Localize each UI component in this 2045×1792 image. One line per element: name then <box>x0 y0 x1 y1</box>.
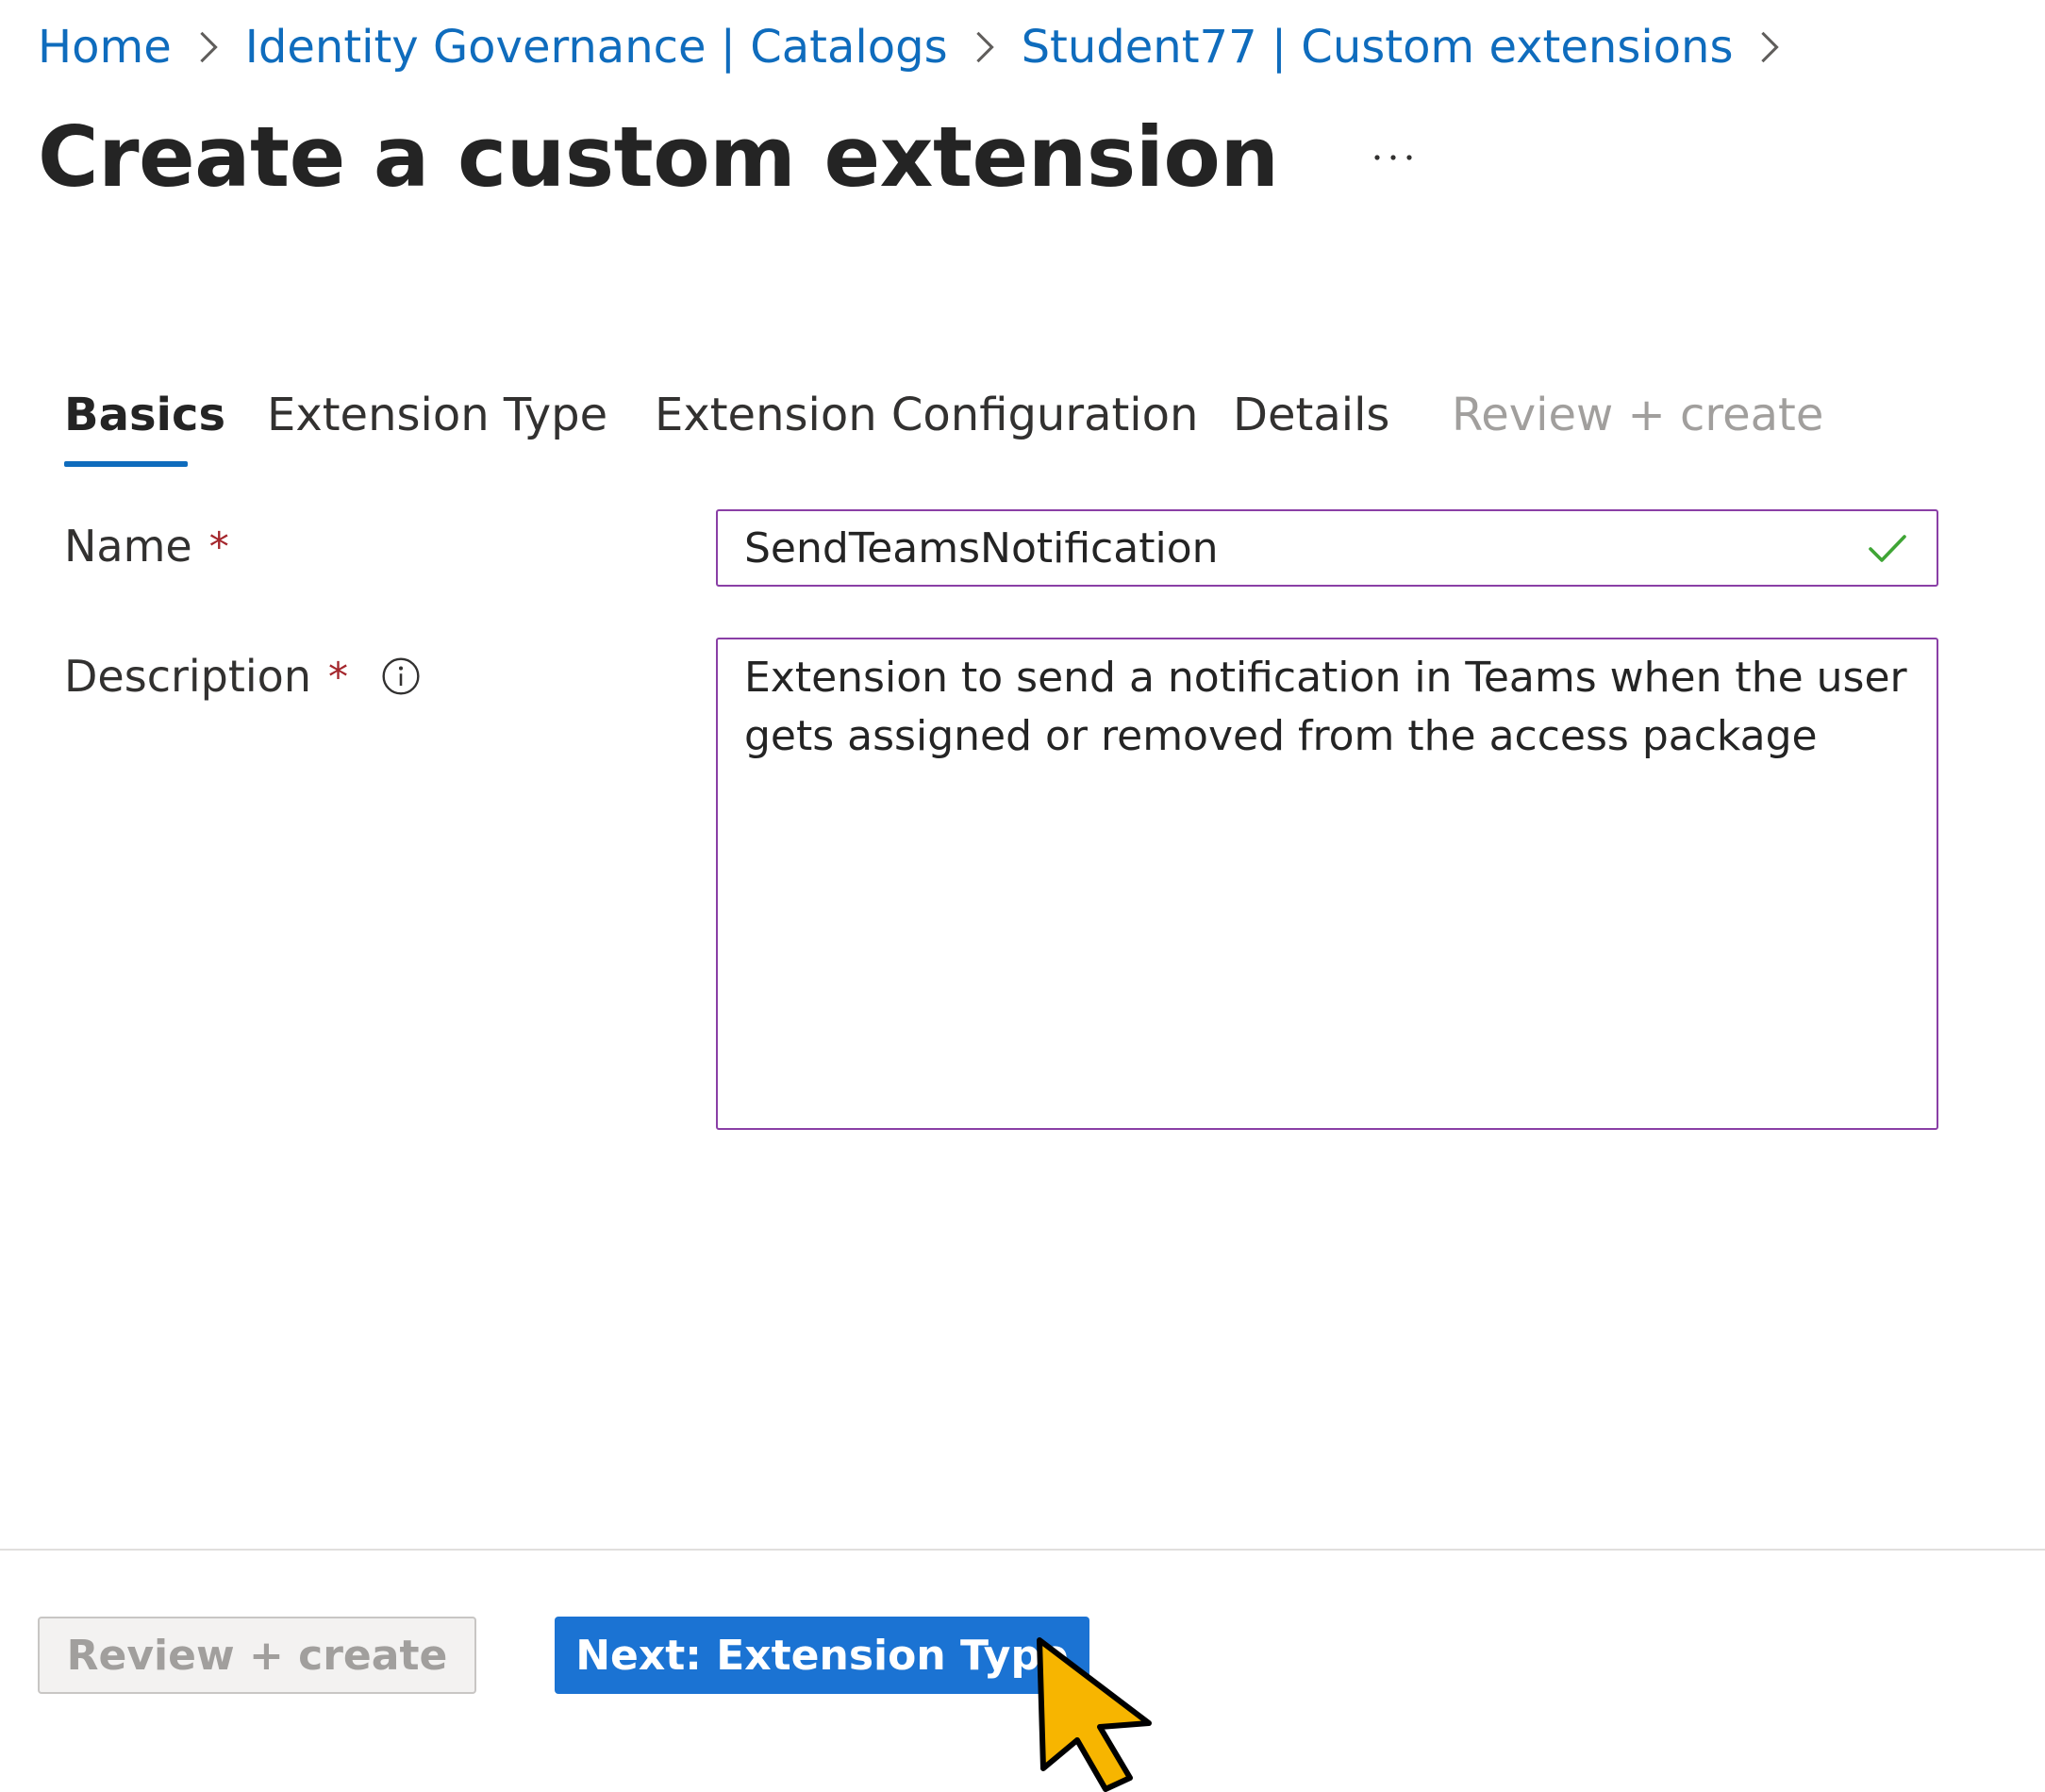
page-title: Create a custom extension <box>38 108 1279 206</box>
name-input[interactable]: SendTeamsNotification <box>716 509 1938 587</box>
chevron-right-icon <box>948 17 1022 77</box>
name-input-value: SendTeamsNotification <box>744 523 1219 572</box>
info-icon[interactable] <box>380 655 422 697</box>
next-extension-type-button[interactable]: Next: Extension Type <box>555 1617 1089 1694</box>
page-header: Create a custom extension <box>38 106 1426 209</box>
name-field-label: Name * <box>64 521 229 572</box>
tab-details[interactable]: Details <box>1233 377 1389 453</box>
tab-extension-configuration[interactable]: Extension Configuration <box>655 377 1198 453</box>
breadcrumb: Home Identity Governance | Catalogs Stud… <box>38 17 1806 77</box>
active-tab-indicator <box>64 461 188 467</box>
required-asterisk: * <box>327 653 348 700</box>
name-label-text: Name <box>64 521 192 572</box>
description-field-label: Description * <box>64 651 422 702</box>
tab-review-create: Review + create <box>1452 389 1824 441</box>
required-asterisk: * <box>208 523 229 570</box>
checkmark-icon <box>1865 525 1910 571</box>
breadcrumb-home-link[interactable]: Home <box>38 17 172 77</box>
tab-extension-type[interactable]: Extension Type <box>267 377 607 453</box>
footer-divider <box>0 1549 2045 1551</box>
tab-basics[interactable]: Basics <box>64 377 225 453</box>
more-options-button[interactable] <box>1360 124 1426 191</box>
breadcrumb-catalogs-link[interactable]: Identity Governance | Catalogs <box>245 17 948 77</box>
chevron-right-icon <box>1733 17 1806 77</box>
review-create-button: Review + create <box>38 1617 476 1694</box>
breadcrumb-custom-extensions-link[interactable]: Student77 | Custom extensions <box>1022 17 1734 77</box>
chevron-right-icon <box>172 17 245 77</box>
description-label-text: Description <box>64 651 311 702</box>
description-textarea[interactable]: Extension to send a notification in Team… <box>716 638 1938 1130</box>
ellipsis-icon <box>1373 155 1412 160</box>
